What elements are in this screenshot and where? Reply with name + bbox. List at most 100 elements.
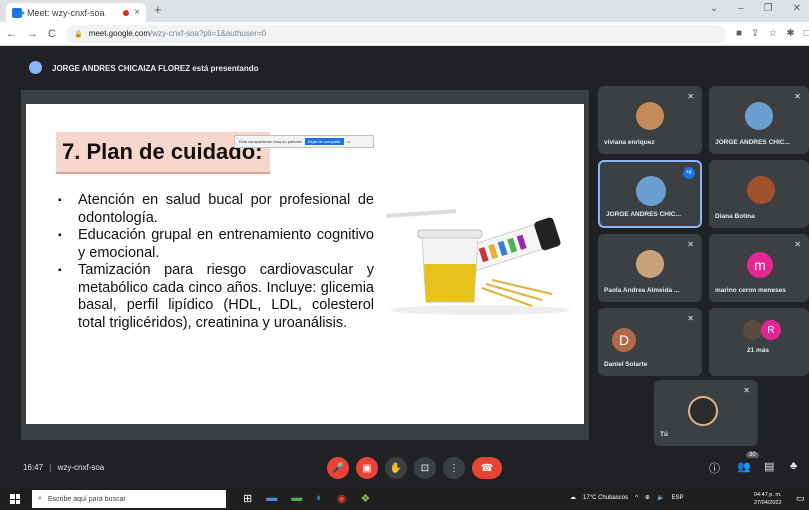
hide-notice-button[interactable]: ▭ xyxy=(347,139,351,144)
network-icon[interactable]: ⊕ xyxy=(645,494,650,501)
browser-toolbar: ← → C 🔒 meet.google.com/wzy-cnxf-soa?pli… xyxy=(0,22,809,46)
clock-date: 27/04/2022 xyxy=(754,500,782,506)
meeting-time: 16:47 xyxy=(23,463,44,472)
participant-name: Diana Botina xyxy=(715,213,755,220)
participant-tile[interactable]: ✕ viviana enriquez xyxy=(598,86,702,154)
urine-test-image xyxy=(386,209,570,315)
presenter-banner: JORGE ANDRES CHICAIZA FLOREZ está presen… xyxy=(0,58,809,78)
forward-button[interactable]: → xyxy=(27,28,38,40)
more-participants-tile[interactable]: R 21 más xyxy=(709,308,809,376)
meet-favicon-icon xyxy=(12,7,25,18)
url-path: /wzy-cnxf-soa?pli=1&authuser=0 xyxy=(150,29,267,38)
close-window-button[interactable]: ✕ xyxy=(793,3,801,14)
speaking-indicator-icon: •ıl xyxy=(683,167,695,179)
tray-expand-icon[interactable]: ^ xyxy=(635,495,638,501)
more-options-button[interactable]: ⋮ xyxy=(443,457,465,479)
search-placeholder: Escribe aquí para buscar xyxy=(47,495,126,503)
participant-tile[interactable]: Diana Botina xyxy=(709,160,809,228)
meeting-info: 16:47 | wzy-cnxf-soa xyxy=(23,463,104,472)
participant-avatar: R xyxy=(761,320,781,340)
activities-button[interactable]: ♣ xyxy=(790,460,797,472)
file-explorer-icon[interactable]: ▬ xyxy=(266,492,277,505)
windows-taskbar: ⌕ Escribe aquí para buscar ⊞ ▬ ▬ ◐ ◉ ❖ ☁… xyxy=(0,488,809,510)
tab-close-icon[interactable]: × xyxy=(134,7,140,18)
bookmark-star-icon[interactable]: ☆ xyxy=(768,28,777,39)
app-icon[interactable]: ❖ xyxy=(360,492,370,505)
stop-sharing-button[interactable]: Dejar de compartir xyxy=(304,138,344,145)
presenter-text: JORGE ANDRES CHICAIZA FLOREZ está presen… xyxy=(52,63,259,73)
extensions-puzzle-icon[interactable]: ✱ xyxy=(786,28,794,39)
restore-button[interactable]: ❐ xyxy=(764,3,773,14)
url-host: meet.google.com xyxy=(88,29,151,38)
system-tray: ☁ 17°C Chubascos ^ ⊕ 🔈 ESP xyxy=(570,494,683,502)
sidepanel-icon[interactable]: □ xyxy=(804,28,809,39)
mail-icon[interactable]: ▬ xyxy=(291,492,302,505)
mic-toggle-button[interactable]: 🎤 xyxy=(327,457,349,479)
participant-name: Daniel Solarte xyxy=(604,361,648,368)
participant-tile-speaking[interactable]: •ıl JORGE ANDRES CHIC... xyxy=(598,160,702,228)
address-bar[interactable]: 🔒 meet.google.com/wzy-cnxf-soa?pli=1&aut… xyxy=(65,24,726,43)
slide-bullet: Educación grupal en entrenamiento cognit… xyxy=(56,227,374,262)
self-name: Tú xyxy=(660,431,668,438)
mic-off-icon: ✕ xyxy=(743,386,750,395)
back-button[interactable]: ← xyxy=(6,28,17,40)
tab-title: Meet: wzy-cnxf-soa xyxy=(27,7,105,18)
slide-bullet-list: Atención en salud bucal por profesional … xyxy=(56,192,374,332)
leave-call-button[interactable]: ☎ xyxy=(472,457,502,479)
browser-tab-strip: Meet: wzy-cnxf-soa × + ⌄ – ❐ ✕ xyxy=(0,0,809,22)
participant-avatar xyxy=(636,250,664,278)
mic-off-icon: ✕ xyxy=(687,240,694,249)
lock-icon: 🔒 xyxy=(73,30,83,38)
weather-icon[interactable]: ☁ xyxy=(570,494,576,501)
windows-start-icon[interactable] xyxy=(10,494,20,504)
people-button[interactable]: 👥 xyxy=(737,460,751,473)
presenter-avatar xyxy=(29,61,42,74)
participant-avatar xyxy=(747,176,775,204)
edge-icon[interactable]: ◐ xyxy=(316,492,323,505)
self-view-tile[interactable]: ✕ Tú xyxy=(654,380,758,446)
participant-name: JORGE ANDRES CHIC... xyxy=(606,211,681,218)
present-screen-button[interactable]: ⊡ xyxy=(414,457,436,479)
participant-tile[interactable]: ✕ m marino ceron meneses xyxy=(709,234,809,302)
volume-icon[interactable]: 🔈 xyxy=(657,494,664,501)
share-icon[interactable]: ⇪ xyxy=(751,28,759,39)
camera-indicator-icon[interactable]: ■ xyxy=(736,28,742,39)
reload-button[interactable]: C xyxy=(48,28,56,40)
clock-time: 04:47 p. m. xyxy=(754,492,782,498)
presentation-slide: 7. Plan de cuidado: Está compartiendo to… xyxy=(26,104,584,424)
task-view-icon[interactable]: ⊞ xyxy=(243,492,252,505)
search-icon: ⌕ xyxy=(38,495,42,502)
participant-avatar: D xyxy=(612,328,636,352)
weather-text[interactable]: 17°C Chubascos xyxy=(583,495,628,501)
browser-tab-meet[interactable]: Meet: wzy-cnxf-soa × xyxy=(6,3,146,22)
notifications-icon[interactable]: ▭ xyxy=(796,493,805,504)
chevron-down-icon[interactable]: ⌄ xyxy=(710,3,718,14)
taskbar-clock[interactable]: 04:47 p. m. 27/04/2022 xyxy=(754,491,782,507)
window-controls: ⌄ – ❐ ✕ xyxy=(710,3,801,14)
screen-share-notice: Está compartiendo toda su pantalla Dejar… xyxy=(234,135,374,148)
participant-avatar xyxy=(636,102,664,130)
recording-dot-icon xyxy=(123,9,130,16)
mic-off-icon: ✕ xyxy=(687,314,694,323)
self-avatar xyxy=(688,396,718,426)
mic-off-icon: ✕ xyxy=(687,92,694,101)
participant-tile[interactable]: ✕ D Daniel Solarte xyxy=(598,308,702,376)
new-tab-button[interactable]: + xyxy=(154,2,162,17)
participant-tile[interactable]: ✕ Paola Andrea Almeida ... xyxy=(598,234,702,302)
chat-button[interactable]: ▤ xyxy=(764,460,774,473)
info-separator: | xyxy=(49,463,52,472)
more-participants-count: 21 más xyxy=(747,347,770,354)
minimize-button[interactable]: – xyxy=(738,3,744,14)
language-indicator[interactable]: ESP xyxy=(671,495,683,501)
chrome-icon[interactable]: ◉ xyxy=(337,492,347,505)
camera-toggle-button[interactable]: ▣ xyxy=(356,457,378,479)
taskbar-search-input[interactable]: ⌕ Escribe aquí para buscar xyxy=(32,490,226,508)
meeting-code: wzy-cnxf-soa xyxy=(57,463,105,472)
participant-avatar xyxy=(745,102,773,130)
participant-tile[interactable]: ✕ JORGE ANDRES CHIC... xyxy=(709,86,809,154)
meeting-details-button[interactable]: ⓘ xyxy=(709,460,720,476)
participant-avatar xyxy=(743,320,763,340)
raise-hand-button[interactable]: ✋ xyxy=(385,457,407,479)
participant-name: viviana enriquez xyxy=(604,139,655,146)
participant-name: marino ceron meneses xyxy=(715,287,786,294)
